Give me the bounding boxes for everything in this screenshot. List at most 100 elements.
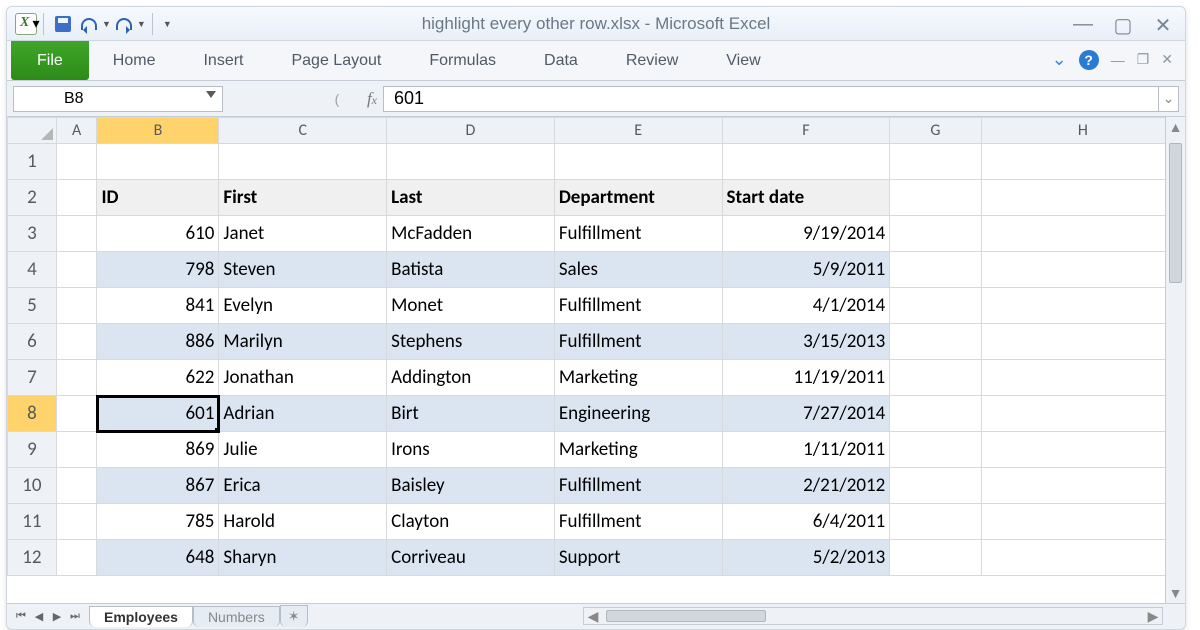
- cell-D11[interactable]: Clayton: [387, 504, 555, 540]
- doc-minimize-button[interactable]: ―: [1111, 52, 1125, 68]
- vscroll-thumb[interactable]: [1169, 143, 1182, 283]
- cell-H3[interactable]: [981, 216, 1184, 252]
- cell-C2[interactable]: First: [219, 180, 387, 216]
- cell-F3[interactable]: 9/19/2014: [722, 216, 890, 252]
- excel-app-icon[interactable]: ▾: [15, 13, 37, 35]
- app-menu-dropdown-icon[interactable]: ▾: [31, 17, 41, 31]
- new-sheet-button[interactable]: ✶: [280, 605, 308, 627]
- cell-G10[interactable]: [890, 468, 981, 504]
- cell-B6[interactable]: 886: [97, 324, 219, 360]
- col-header-E[interactable]: E: [554, 118, 722, 144]
- cell-C12[interactable]: Sharyn: [219, 540, 387, 576]
- tab-view[interactable]: View: [702, 41, 784, 80]
- cell-E8[interactable]: Engineering: [554, 396, 722, 432]
- cell-G4[interactable]: [890, 252, 981, 288]
- cell-E11[interactable]: Fulfillment: [554, 504, 722, 540]
- cell-F8[interactable]: 7/27/2014: [722, 396, 890, 432]
- cell-E2[interactable]: Department: [554, 180, 722, 216]
- cell-B1[interactable]: [97, 144, 219, 180]
- save-button[interactable]: [52, 13, 74, 35]
- cell-B10[interactable]: 867: [97, 468, 219, 504]
- row-header-4[interactable]: 4: [8, 252, 57, 288]
- row-header-12[interactable]: 12: [8, 540, 57, 576]
- cell-A9[interactable]: [56, 432, 97, 468]
- cell-G6[interactable]: [890, 324, 981, 360]
- col-header-A[interactable]: A: [56, 118, 97, 144]
- formula-bar[interactable]: 601: [383, 86, 1159, 112]
- row-header-7[interactable]: 7: [8, 360, 57, 396]
- cell-A2[interactable]: [56, 180, 97, 216]
- cell-C7[interactable]: Jonathan: [219, 360, 387, 396]
- cell-C10[interactable]: Erica: [219, 468, 387, 504]
- cell-H1[interactable]: [981, 144, 1184, 180]
- row-header-8[interactable]: 8: [8, 396, 57, 432]
- cell-G9[interactable]: [890, 432, 981, 468]
- row-header-10[interactable]: 10: [8, 468, 57, 504]
- sheet-nav-prev-icon[interactable]: ◀: [31, 609, 47, 625]
- ribbon-expand-icon[interactable]: ⌄: [1052, 49, 1067, 70]
- cell-B4[interactable]: 798: [97, 252, 219, 288]
- row-header-5[interactable]: 5: [8, 288, 57, 324]
- worksheet-area[interactable]: ABCDEFGH12IDFirstLastDepartmentStart dat…: [7, 117, 1185, 603]
- row-header-9[interactable]: 9: [8, 432, 57, 468]
- cell-D8[interactable]: Birt: [387, 396, 555, 432]
- row-header-11[interactable]: 11: [8, 504, 57, 540]
- tab-review[interactable]: Review: [602, 41, 702, 80]
- hscroll-thumb[interactable]: [606, 610, 766, 622]
- tab-home[interactable]: Home: [89, 41, 180, 80]
- cell-H4[interactable]: [981, 252, 1184, 288]
- vertical-scrollbar[interactable]: ▲ ▼: [1165, 117, 1185, 603]
- qat-customize-icon[interactable]: ▼: [159, 19, 176, 29]
- cell-F7[interactable]: 11/19/2011: [722, 360, 890, 396]
- cell-B7[interactable]: 622: [97, 360, 219, 396]
- sheet-nav-next-icon[interactable]: ▶: [49, 609, 65, 625]
- cell-H11[interactable]: [981, 504, 1184, 540]
- scroll-up-icon[interactable]: ▲: [1166, 117, 1185, 137]
- file-tab[interactable]: File: [11, 41, 89, 80]
- cell-D3[interactable]: McFadden: [387, 216, 555, 252]
- cell-B3[interactable]: 610: [97, 216, 219, 252]
- col-header-H[interactable]: H: [981, 118, 1184, 144]
- cell-H6[interactable]: [981, 324, 1184, 360]
- scroll-right-icon[interactable]: ▶: [1144, 608, 1162, 624]
- row-header-3[interactable]: 3: [8, 216, 57, 252]
- cell-G2[interactable]: [890, 180, 981, 216]
- cell-E9[interactable]: Marketing: [554, 432, 722, 468]
- row-header-6[interactable]: 6: [8, 324, 57, 360]
- redo-button[interactable]: [113, 13, 135, 35]
- cell-A6[interactable]: [56, 324, 97, 360]
- help-icon[interactable]: ?: [1079, 50, 1099, 70]
- cell-G7[interactable]: [890, 360, 981, 396]
- cell-F1[interactable]: [722, 144, 890, 180]
- cell-C3[interactable]: Janet: [219, 216, 387, 252]
- cell-A11[interactable]: [56, 504, 97, 540]
- cell-D12[interactable]: Corriveau: [387, 540, 555, 576]
- cell-H9[interactable]: [981, 432, 1184, 468]
- select-all-corner[interactable]: [8, 118, 57, 144]
- tab-insert[interactable]: Insert: [179, 41, 267, 80]
- col-header-F[interactable]: F: [722, 118, 890, 144]
- cell-F4[interactable]: 5/9/2011: [722, 252, 890, 288]
- horizontal-scrollbar[interactable]: ◀ ▶: [583, 607, 1163, 625]
- cell-E1[interactable]: [554, 144, 722, 180]
- cell-C4[interactable]: Steven: [219, 252, 387, 288]
- cell-G11[interactable]: [890, 504, 981, 540]
- vscroll-track[interactable]: [1166, 137, 1185, 583]
- cell-H12[interactable]: [981, 540, 1184, 576]
- formula-bar-expand-button[interactable]: ⌄: [1159, 86, 1179, 112]
- cell-F10[interactable]: 2/21/2012: [722, 468, 890, 504]
- minimize-button[interactable]: ―: [1071, 13, 1095, 38]
- cell-F5[interactable]: 4/1/2014: [722, 288, 890, 324]
- cell-A12[interactable]: [56, 540, 97, 576]
- cell-E12[interactable]: Support: [554, 540, 722, 576]
- close-button[interactable]: ✕: [1151, 13, 1175, 38]
- name-box-dropdown-icon[interactable]: [206, 91, 216, 98]
- sheet-tab-inactive[interactable]: Numbers: [193, 606, 280, 627]
- cell-D5[interactable]: Monet: [387, 288, 555, 324]
- cell-F11[interactable]: 6/4/2011: [722, 504, 890, 540]
- cell-E6[interactable]: Fulfillment: [554, 324, 722, 360]
- cell-E10[interactable]: Fulfillment: [554, 468, 722, 504]
- cell-A7[interactable]: [56, 360, 97, 396]
- cell-A4[interactable]: [56, 252, 97, 288]
- col-header-D[interactable]: D: [387, 118, 555, 144]
